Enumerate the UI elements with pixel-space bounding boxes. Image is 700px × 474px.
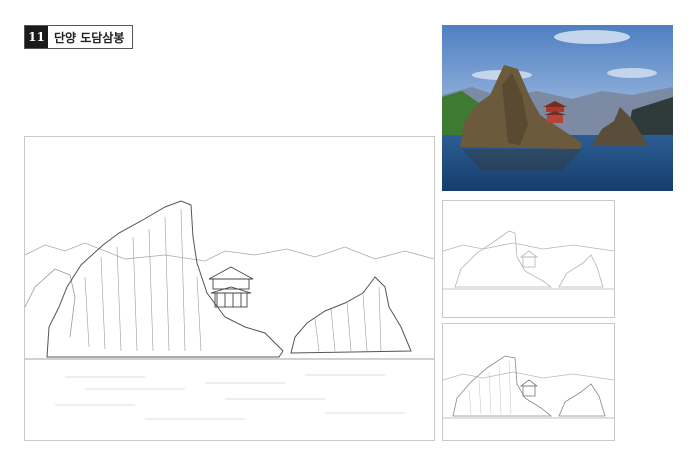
step-sketch-panel-2 [442, 323, 615, 441]
page-number: 11 [25, 26, 48, 48]
photo-cloud [554, 30, 630, 44]
photo-reflection [462, 149, 582, 171]
pavilion-icon [519, 250, 539, 268]
main-sketch-panel [24, 136, 435, 441]
pavilion-icon [519, 379, 539, 397]
sketch-distant-mountains [443, 242, 614, 252]
sketch-left-hill [25, 268, 76, 338]
reference-photo [442, 25, 673, 191]
sketch-small-rock [290, 276, 412, 354]
sketch-small-rock-outline [558, 254, 604, 288]
sketch-rock-hatching [468, 359, 512, 415]
sketch-distant-mountains [443, 371, 614, 381]
step-sketch-panel-1 [442, 200, 615, 318]
page-title: 단양 도담삼봉 [54, 30, 125, 45]
sketch-big-rock-outline [454, 230, 553, 288]
pavilion-icon [208, 266, 254, 308]
sketch-water-ripples [55, 374, 405, 420]
page-label: 11 단양 도담삼봉 [24, 25, 134, 49]
sketch-distant-mountains [25, 242, 434, 262]
sketch-small-rock [558, 383, 606, 417]
sketch-small-rock-hatching [314, 286, 382, 352]
sketch-rock-hatching [84, 208, 202, 352]
photo-cloud [607, 68, 657, 78]
